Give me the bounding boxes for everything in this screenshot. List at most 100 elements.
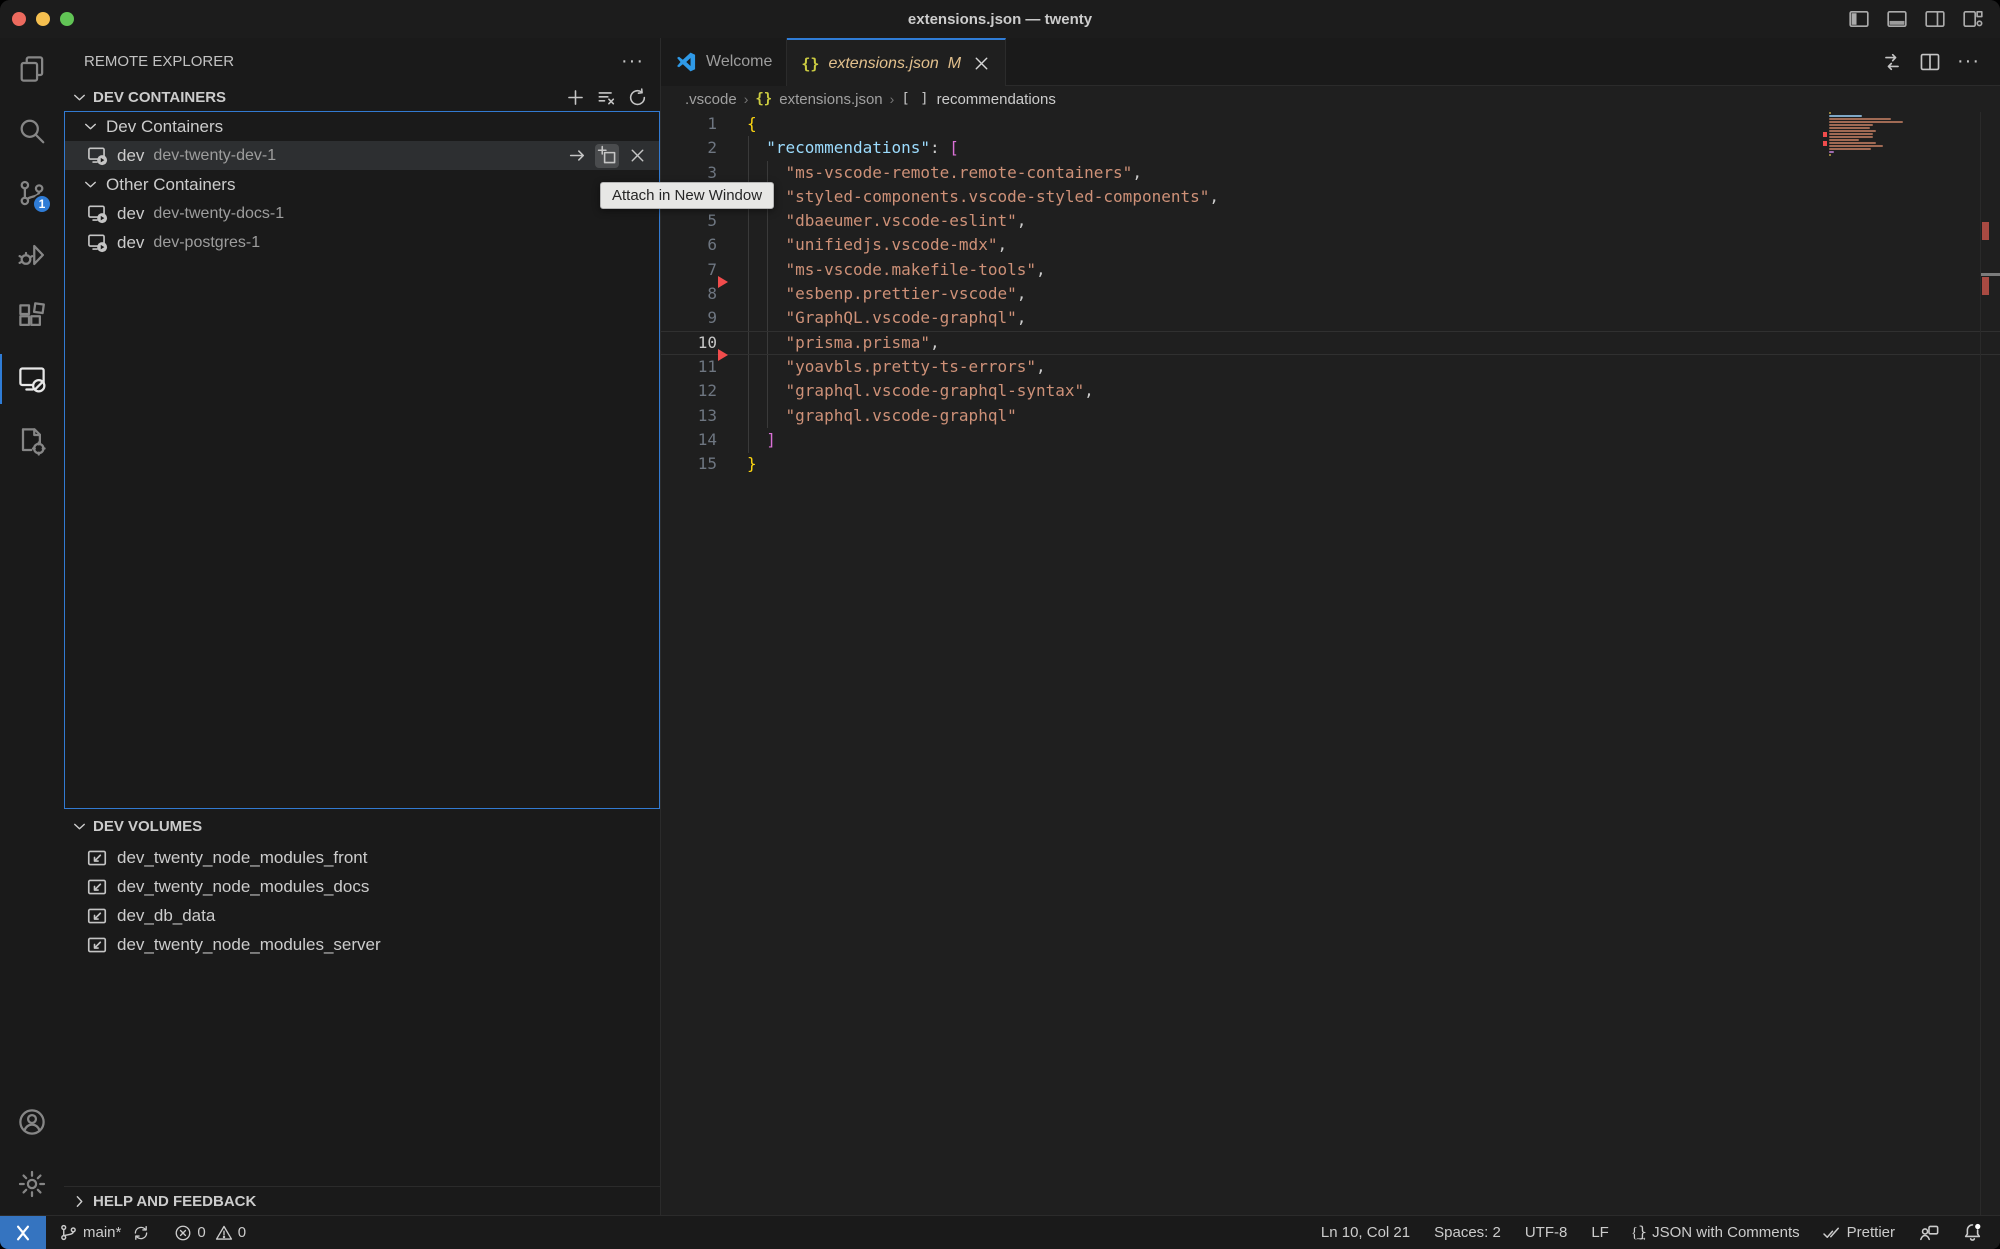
line-number[interactable]: 15 [661, 452, 717, 476]
feedback-item[interactable] [1912, 1222, 1947, 1243]
language-mode-item[interactable]: {͢} JSON with Comments [1624, 1223, 1807, 1242]
toggle-panel-button[interactable] [1886, 8, 1908, 30]
volume-row-dev_twenty_node_modules_front[interactable]: dev_twenty_node_modules_front [64, 843, 660, 872]
git-modified-badge: M [948, 55, 961, 73]
close-tab-icon[interactable] [972, 54, 991, 73]
code-line-11[interactable]: 11 "yoavbls.pretty-ts-errors", [661, 355, 2000, 379]
minimap-deleted-marker [1823, 141, 1827, 146]
attach-in-current-window-button[interactable] [565, 144, 589, 168]
formatter-item[interactable]: Prettier [1815, 1223, 1902, 1243]
overview-ruler[interactable] [1980, 112, 2000, 1215]
activity-bar-accounts[interactable] [0, 1091, 64, 1153]
code-line-5[interactable]: 5 "dbaeumer.vscode-eslint", [661, 209, 2000, 233]
code-line-15[interactable]: 15} [661, 452, 2000, 476]
minimap[interactable] [1823, 112, 1981, 157]
customize-layout-button[interactable] [1962, 8, 1984, 30]
activity-bar-extensions[interactable] [0, 286, 64, 348]
group-label: Other Containers [106, 175, 235, 195]
activity-bar-source-control[interactable]: 1 [0, 162, 64, 224]
line-number[interactable]: 10 [661, 331, 717, 355]
refresh-button[interactable] [627, 87, 648, 108]
remove-container-button[interactable] [625, 144, 649, 168]
titlebar-layout-actions [1848, 0, 1984, 38]
tab-extensions-json[interactable]: {} extensions.json M [787, 38, 1006, 87]
tree-row-other-containers[interactable]: Other Containers [65, 170, 659, 199]
code-line-9[interactable]: 9 "GraphQL.vscode-graphql", [661, 306, 2000, 330]
line-number[interactable]: 6 [661, 233, 717, 257]
code-line-6[interactable]: 6 "unifiedjs.vscode-mdx", [661, 233, 2000, 257]
breadcrumb-separator: › [890, 91, 895, 107]
toggle-primary-sidebar-button[interactable] [1848, 8, 1870, 30]
toggle-secondary-sidebar-button[interactable] [1924, 8, 1946, 30]
split-editor-button[interactable] [1919, 51, 1941, 73]
volume-row-dev_db_data[interactable]: dev_db_data [64, 901, 660, 930]
line-number[interactable]: 12 [661, 379, 717, 403]
breadcrumb-extensions-json[interactable]: extensions.json [779, 91, 882, 108]
code-line-2[interactable]: 2 "recommendations": [ [661, 136, 2000, 160]
line-number[interactable]: 2 [661, 136, 717, 160]
line-number[interactable]: 7 [661, 258, 717, 282]
vscode-window: extensions.json — twenty 1 REMOTE EXPLOR… [0, 0, 2000, 1249]
minimap-line [1829, 154, 1831, 156]
status-bar: main* 0 0 Ln 10, Col 21 Spaces: 2 UTF-8 … [0, 1215, 2000, 1249]
line-number[interactable]: 11 [661, 355, 717, 379]
line-number[interactable]: 9 [661, 306, 717, 330]
activity-bar-explorer[interactable] [0, 38, 64, 100]
clear-recent-items-button[interactable] [596, 87, 617, 108]
editor-area: Welcome {} extensions.json M ··· .vscode… [661, 38, 2000, 1215]
code-line-8[interactable]: 8 "esbenp.prettier-vscode", [661, 282, 2000, 306]
cursor-position-item[interactable]: Ln 10, Col 21 [1314, 1224, 1417, 1241]
tree-row-dev-postgres-1[interactable]: devdev-postgres-1 [65, 228, 659, 257]
activity-bar-search[interactable] [0, 100, 64, 162]
open-changes-button[interactable] [1881, 51, 1903, 73]
line-number[interactable]: 5 [661, 209, 717, 233]
code-line-10[interactable]: 10 "prisma.prisma", [661, 331, 2000, 355]
code-line-12[interactable]: 12 "graphql.vscode-graphql-syntax", [661, 379, 2000, 403]
new-dev-container-button[interactable] [565, 87, 586, 108]
code-line-7[interactable]: 7 "ms-vscode.makefile-tools", [661, 258, 2000, 282]
volume-row-dev_twenty_node_modules_server[interactable]: dev_twenty_node_modules_server [64, 930, 660, 959]
container-name: dev [117, 204, 144, 224]
line-number[interactable]: 13 [661, 404, 717, 428]
activity-bar-settings[interactable] [0, 1153, 64, 1215]
section-header-dev-volumes[interactable]: DEV VOLUMES [64, 809, 660, 843]
tree-row-dev-twenty-dev-1[interactable]: devdev-twenty-dev-1 [65, 141, 659, 170]
breadcrumb-recommendations[interactable]: recommendations [937, 91, 1056, 108]
breadcrumb-vscode[interactable]: .vscode [685, 91, 737, 108]
array-icon: [ ] [901, 91, 929, 107]
encoding-item[interactable]: UTF-8 [1518, 1224, 1575, 1241]
activity-bar-remote-explorer[interactable] [0, 348, 64, 410]
code-line-1[interactable]: 1{ [661, 112, 2000, 136]
code-line-3[interactable]: 3 "ms-vscode-remote.remote-containers", [661, 161, 2000, 185]
sync-icon[interactable] [132, 1224, 150, 1242]
notifications-item[interactable] [1955, 1222, 1990, 1243]
activity-bar-run-and-debug[interactable] [0, 224, 64, 286]
remote-indicator[interactable] [0, 1216, 46, 1249]
volume-row-dev_twenty_node_modules_docs[interactable]: dev_twenty_node_modules_docs [64, 872, 660, 901]
code-editor[interactable]: 1{2 "recommendations": [3 "ms-vscode-rem… [661, 112, 2000, 1215]
more-actions-button[interactable]: ··· [1957, 50, 1980, 73]
tab-welcome[interactable]: Welcome [661, 38, 787, 86]
twistie-chevron-down-icon [81, 175, 100, 194]
section-header-help-and-feedback[interactable]: HELP AND FEEDBACK [64, 1186, 660, 1215]
line-number[interactable]: 14 [661, 428, 717, 452]
more-actions-icon[interactable]: ··· [621, 50, 644, 73]
dev-containers-tree: Dev Containersdevdev-twenty-dev-1 Other C… [64, 111, 660, 809]
attach-in-new-window-button[interactable] [595, 144, 619, 168]
code-line-4[interactable]: 4 "styled-components.vscode-styled-compo… [661, 185, 2000, 209]
activity-bar-dev-containers-view[interactable] [0, 410, 64, 472]
line-number[interactable]: 8 [661, 282, 717, 306]
tree-row-dev-containers[interactable]: Dev Containers [65, 112, 659, 141]
indentation-item[interactable]: Spaces: 2 [1427, 1224, 1508, 1241]
gutter [717, 258, 747, 282]
dev-volumes-header-label: DEV VOLUMES [93, 818, 648, 835]
line-number[interactable]: 1 [661, 112, 717, 136]
eol-item[interactable]: LF [1584, 1224, 1616, 1241]
code-line-14[interactable]: 14 ] [661, 428, 2000, 452]
section-header-dev-containers[interactable]: DEV CONTAINERS [64, 84, 660, 111]
container-description: dev-twenty-docs-1 [153, 205, 284, 223]
git-branch-item[interactable]: main* [52, 1223, 157, 1242]
problems-item[interactable]: 0 0 [167, 1224, 253, 1242]
tree-row-dev-twenty-docs-1[interactable]: dev dev-twenty-docs-1 [65, 199, 659, 228]
code-line-13[interactable]: 13 "graphql.vscode-graphql" [661, 404, 2000, 428]
